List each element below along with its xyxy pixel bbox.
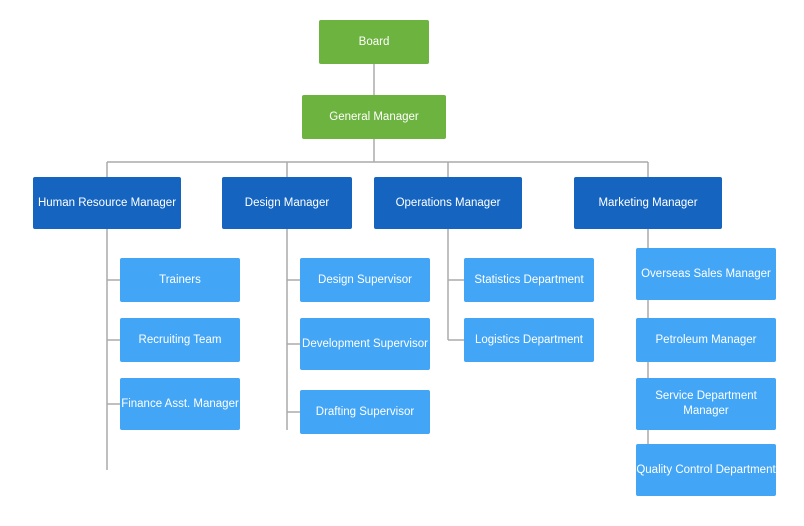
drafting-supervisor-label: Drafting Supervisor <box>316 405 414 420</box>
finance-asst-box: Finance Asst. Manager <box>120 378 240 430</box>
petroleum-mgr-label: Petroleum Manager <box>656 333 757 348</box>
statistics-dept-box: Statistics Department <box>464 258 594 302</box>
overseas-sales-box: Overseas Sales Manager <box>636 248 776 300</box>
dev-supervisor-label: Development Supervisor <box>302 337 428 352</box>
org-chart: Board General Manager Human Resource Man… <box>0 0 804 526</box>
quality-control-box: Quality Control Department <box>636 444 776 496</box>
service-dept-label: Service Department Manager <box>636 389 776 419</box>
design-supervisor-label: Design Supervisor <box>318 273 412 288</box>
trainers-label: Trainers <box>159 273 201 288</box>
design-supervisor-box: Design Supervisor <box>300 258 430 302</box>
recruiting-team-label: Recruiting Team <box>139 333 222 348</box>
petroleum-mgr-box: Petroleum Manager <box>636 318 776 362</box>
general-manager-box: General Manager <box>302 95 446 139</box>
overseas-sales-label: Overseas Sales Manager <box>641 267 771 282</box>
design-manager-box: Design Manager <box>222 177 352 229</box>
board-label: Board <box>359 35 390 50</box>
drafting-supervisor-box: Drafting Supervisor <box>300 390 430 434</box>
service-dept-box: Service Department Manager <box>636 378 776 430</box>
hr-manager-label: Human Resource Manager <box>38 196 176 211</box>
dev-supervisor-box: Development Supervisor <box>300 318 430 370</box>
logistics-dept-box: Logistics Department <box>464 318 594 362</box>
operations-manager-box: Operations Manager <box>374 177 522 229</box>
marketing-manager-box: Marketing Manager <box>574 177 722 229</box>
logistics-dept-label: Logistics Department <box>475 333 583 348</box>
design-manager-label: Design Manager <box>245 196 329 211</box>
quality-control-label: Quality Control Department <box>636 463 775 478</box>
operations-manager-label: Operations Manager <box>396 196 501 211</box>
recruiting-team-box: Recruiting Team <box>120 318 240 362</box>
marketing-manager-label: Marketing Manager <box>598 196 697 211</box>
board-box: Board <box>319 20 429 64</box>
statistics-dept-label: Statistics Department <box>474 273 583 288</box>
finance-asst-label: Finance Asst. Manager <box>121 397 239 412</box>
trainers-box: Trainers <box>120 258 240 302</box>
general-manager-label: General Manager <box>329 110 419 125</box>
hr-manager-box: Human Resource Manager <box>33 177 181 229</box>
